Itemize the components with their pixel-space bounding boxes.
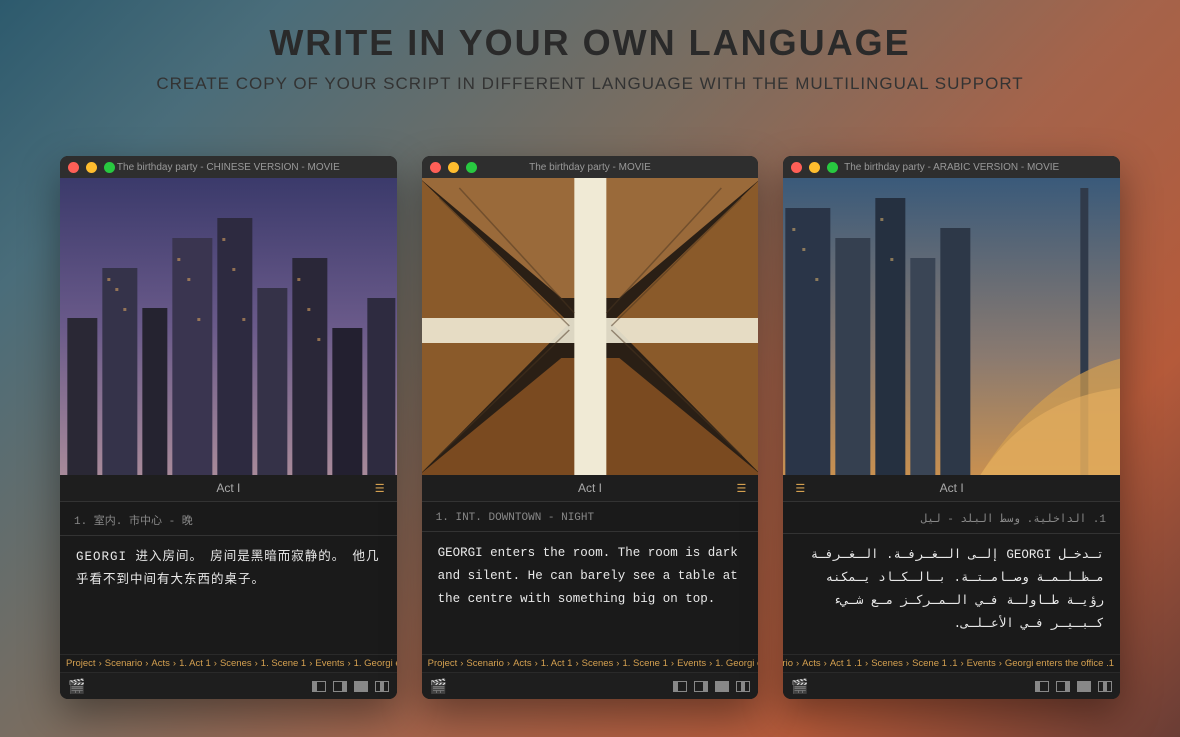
breadcrumb-item[interactable]: Events	[315, 658, 344, 669]
breadcrumb[interactable]: Project›Scenario›Acts›1. Act 1›Scenes›1.…	[422, 654, 759, 673]
minimize-icon[interactable]	[448, 162, 459, 173]
breadcrumb-item[interactable]: 1. Act 1	[541, 658, 573, 669]
titlebar[interactable]: The birthday party - ARABIC VERSION - MO…	[783, 156, 1120, 178]
breadcrumb-item[interactable]: Act 1 .1	[830, 658, 862, 669]
breadcrumb-item[interactable]: 1. Georgi enters the office	[354, 658, 397, 669]
breadcrumb-item[interactable]: Georgi enters the office .1	[1005, 658, 1114, 669]
layout-center-icon[interactable]	[1098, 681, 1112, 692]
list-icon[interactable]: ☰	[795, 482, 805, 495]
window-english: The birthday party - MOVIE Act I ☰ 1. IN…	[422, 156, 759, 699]
zoom-icon[interactable]	[827, 162, 838, 173]
subheadline: CREATE COPY OF YOUR SCRIPT IN DIFFERENT …	[0, 74, 1180, 94]
close-icon[interactable]	[68, 162, 79, 173]
footer-toolbar: 🎬	[783, 673, 1120, 699]
breadcrumb-item[interactable]: Acts	[151, 658, 169, 669]
clapperboard-icon[interactable]: 🎬	[68, 678, 85, 695]
breadcrumb-item[interactable]: Scenario	[105, 658, 143, 669]
breadcrumb-item[interactable]: Scenario	[466, 658, 504, 669]
breadcrumb-item[interactable]: 1. Scene 1	[622, 658, 667, 669]
scene-slug: 1. 室内. 市中心 - 晚	[60, 502, 397, 536]
layout-left-icon[interactable]	[1035, 681, 1049, 692]
breadcrumb[interactable]: Georgi enters the office .1‹Events‹Scene…	[783, 654, 1120, 673]
act-bar: Act I ☰	[783, 475, 1120, 502]
window-arabic: The birthday party - ARABIC VERSION - MO…	[783, 156, 1120, 699]
scene-slug: 1. INT. DOWNTOWN - NIGHT	[422, 502, 759, 532]
layout-left-icon[interactable]	[312, 681, 326, 692]
list-icon[interactable]: ☰	[736, 482, 746, 495]
titlebar[interactable]: The birthday party - CHINESE VERSION - M…	[60, 156, 397, 178]
act-label: Act I	[578, 481, 602, 495]
breadcrumb-item[interactable]: Scenes	[871, 658, 903, 669]
breadcrumb-item[interactable]: Scene 1 .1	[912, 658, 957, 669]
layout-right-icon[interactable]	[694, 681, 708, 692]
layout-right-icon[interactable]	[333, 681, 347, 692]
breadcrumb[interactable]: Project›Scenario›Acts›1. Act 1›Scenes›1.…	[60, 654, 397, 673]
minimize-icon[interactable]	[809, 162, 820, 173]
layout-full-icon[interactable]	[354, 681, 368, 692]
breadcrumb-item[interactable]: 1. Act 1	[179, 658, 211, 669]
titlebar[interactable]: The birthday party - MOVIE	[422, 156, 759, 178]
zoom-icon[interactable]	[466, 162, 477, 173]
breadcrumb-item[interactable]: Events	[967, 658, 996, 669]
close-icon[interactable]	[430, 162, 441, 173]
hero-image	[783, 178, 1120, 475]
script-body[interactable]: GEORGI 进入房间。 房间是黑暗而寂静的。 他几乎看不到中间有大东西的桌子。	[60, 536, 397, 654]
layout-full-icon[interactable]	[715, 681, 729, 692]
scene-slug: 1. الداخلية. وسط البلد - ليل	[783, 502, 1120, 534]
list-icon[interactable]: ☰	[375, 482, 385, 495]
layout-right-icon[interactable]	[1056, 681, 1070, 692]
hero-image	[60, 178, 397, 475]
act-label: Act I	[940, 481, 964, 495]
layout-center-icon[interactable]	[736, 681, 750, 692]
breadcrumb-item[interactable]: Scenes	[220, 658, 252, 669]
footer-toolbar: 🎬	[60, 673, 397, 699]
breadcrumb-item[interactable]: Project	[428, 658, 458, 669]
act-bar: Act I ☰	[422, 475, 759, 502]
script-body[interactable]: GEORGI enters the room. The room is dark…	[422, 532, 759, 654]
act-bar: Act I ☰	[60, 475, 397, 502]
layout-center-icon[interactable]	[375, 681, 389, 692]
breadcrumb-item[interactable]: Acts	[513, 658, 531, 669]
act-label: Act I	[216, 481, 240, 495]
close-icon[interactable]	[791, 162, 802, 173]
breadcrumb-item[interactable]: 1. Scene 1	[261, 658, 306, 669]
breadcrumb-item[interactable]: Scenes	[582, 658, 614, 669]
minimize-icon[interactable]	[86, 162, 97, 173]
clapperboard-icon[interactable]: 🎬	[430, 678, 447, 695]
window-chinese: The birthday party - CHINESE VERSION - M…	[60, 156, 397, 699]
clapperboard-icon[interactable]: 🎬	[791, 678, 808, 695]
breadcrumb-item[interactable]: Acts	[802, 658, 820, 669]
windows-row: The birthday party - CHINESE VERSION - M…	[0, 156, 1180, 699]
headline: WRITE IN YOUR OWN LANGUAGE	[0, 0, 1180, 64]
breadcrumb-item[interactable]: 1. Georgi enters the office	[715, 658, 758, 669]
zoom-icon[interactable]	[104, 162, 115, 173]
hero-image	[422, 178, 759, 475]
breadcrumb-item[interactable]: Project	[66, 658, 96, 669]
layout-full-icon[interactable]	[1077, 681, 1091, 692]
breadcrumb-item[interactable]: Scenario	[783, 658, 793, 669]
breadcrumb-item[interactable]: Events	[677, 658, 706, 669]
script-body[interactable]: تـدخـل GEORGI إلـى الـغـرفـة. الـغـرفـة …	[783, 534, 1120, 654]
footer-toolbar: 🎬	[422, 673, 759, 699]
layout-left-icon[interactable]	[673, 681, 687, 692]
